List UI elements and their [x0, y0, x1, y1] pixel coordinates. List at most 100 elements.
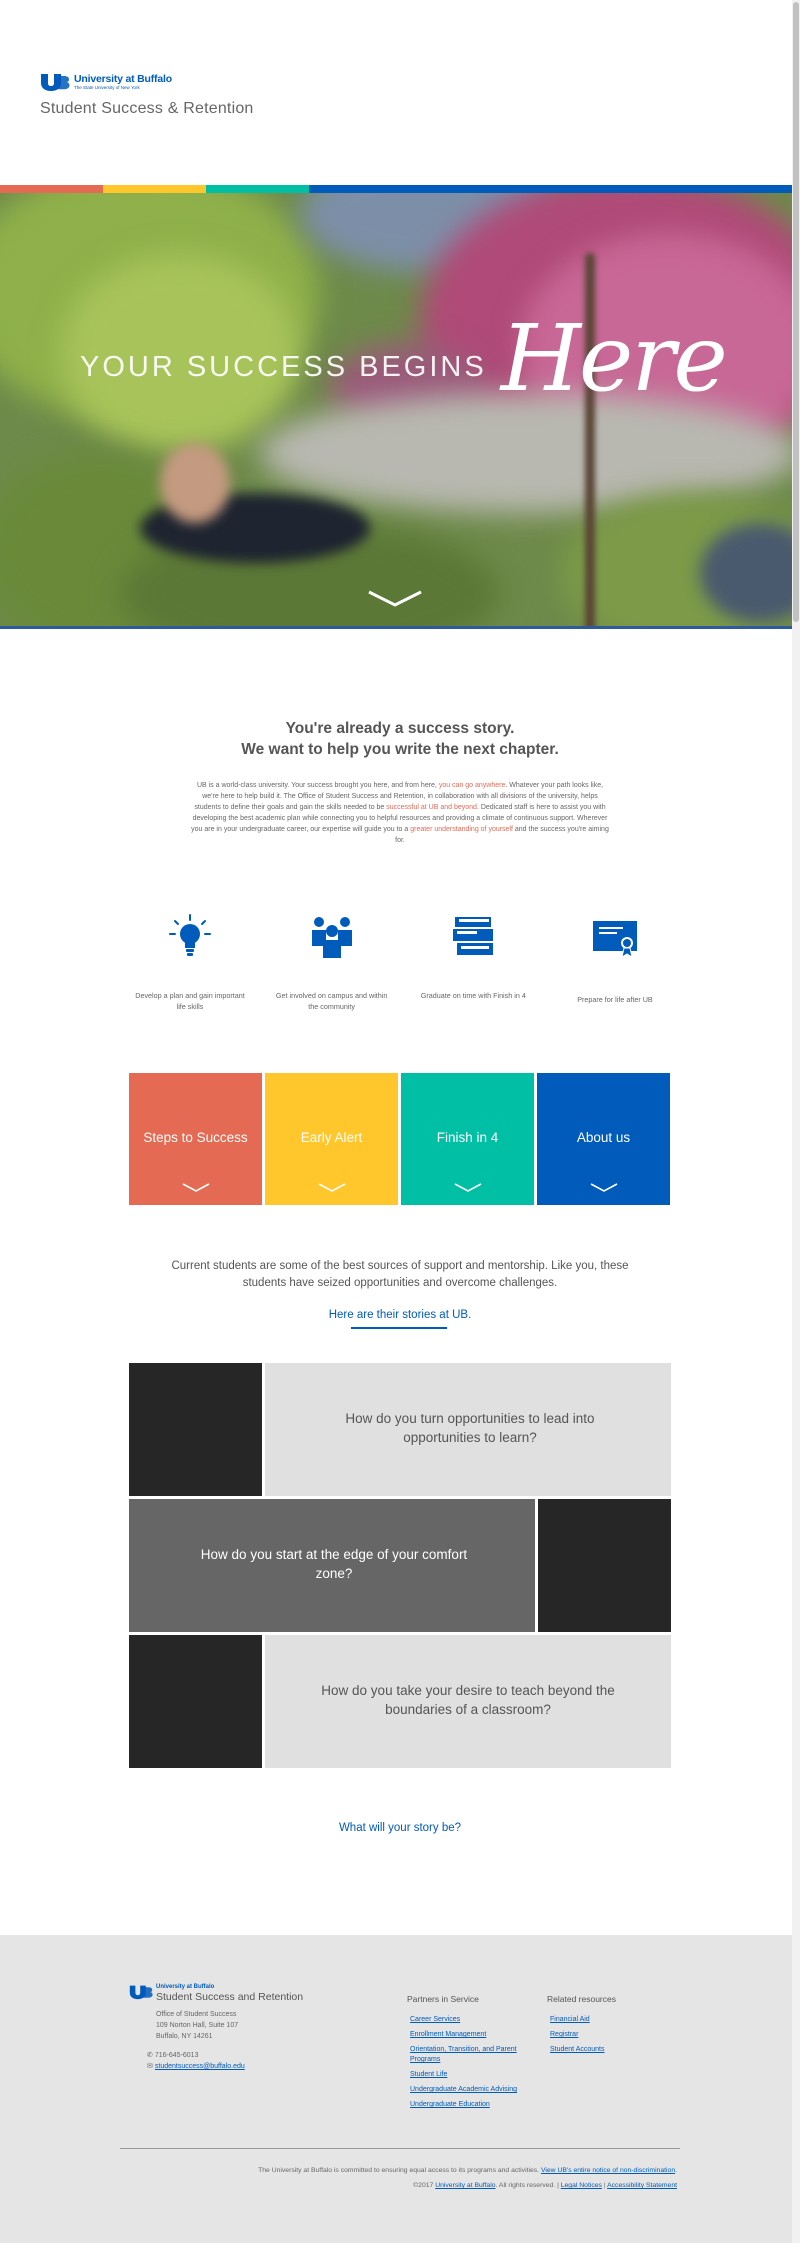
strip-teal [206, 185, 309, 193]
footer-link[interactable]: Financial Aid [550, 2015, 657, 2025]
hero-headline-script: Here [500, 305, 728, 412]
footer-link[interactable]: Career Services [410, 2015, 517, 2025]
books-icon [413, 913, 533, 961]
site-header: University at Buffalo The State Universi… [0, 0, 792, 185]
envelope-icon: ✉ [147, 2063, 153, 2070]
link-go-anywhere[interactable]: you can go anywhere [439, 782, 506, 789]
footer-link[interactable]: Student Accounts [550, 2045, 657, 2055]
accessibility-link[interactable]: Accessibility Statement [607, 2182, 677, 2189]
tile-finish-in-4[interactable]: Finish in 4 [401, 1073, 534, 1205]
your-story-link[interactable]: What will your story be? [300, 1822, 500, 1834]
intro-heading-line2: We want to help you write the next chapt… [241, 741, 559, 758]
feature-caption: Get involved on campus and within the co… [275, 991, 388, 1011]
chevron-down-icon [182, 1183, 210, 1192]
logo-title: University at Buffalo [74, 73, 172, 85]
footer-logo[interactable]: University at Buffalo Student Success an… [129, 1984, 303, 2003]
feature-item: Get involved on campus and within the co… [272, 913, 392, 1012]
related-heading: Related resources [547, 1994, 616, 2004]
footer-link[interactable]: Student Life [410, 2070, 517, 2080]
footer-contact: ✆ 716-645-6013 ✉ studentsuccess@buffalo.ed… [147, 2050, 246, 2072]
ub-link[interactable]: University at Buffalo [435, 2182, 495, 2189]
chevron-down-icon [590, 1183, 618, 1192]
phone-icon: ✆ [147, 2052, 153, 2059]
chevron-down-icon [318, 1183, 346, 1192]
story-image[interactable] [129, 1363, 262, 1496]
tile-label: Finish in 4 [436, 1130, 499, 1145]
lightbulb-icon [130, 913, 250, 961]
features-row: Develop a plan and gain important life s… [130, 913, 675, 1012]
footer-related: Related resources Financial Aid Registra… [547, 1994, 657, 2060]
story-card[interactable]: How do you turn opportunities to lead in… [265, 1363, 671, 1496]
intro-heading: You're already a success story. We want … [190, 718, 610, 760]
link-understanding[interactable]: greater understanding of yourself [410, 826, 513, 833]
scrollbar-thumb[interactable] [793, 2, 799, 622]
story-question: How do you start at the edge of your com… [200, 1547, 468, 1581]
site-title[interactable]: Student Success & Retention [40, 100, 254, 118]
feature-item: Graduate on time with Finish in 4 [413, 913, 533, 1012]
footer-link[interactable]: Undergraduate Education [410, 2100, 517, 2110]
hero-banner: YOUR SUCCESS BEGINS Here [0, 193, 792, 629]
footer-link[interactable]: Registrar [550, 2030, 657, 2040]
tile-early-alert[interactable]: Early Alert [265, 1073, 398, 1205]
tile-label: Steps to Success [143, 1130, 248, 1145]
story-image[interactable] [538, 1499, 671, 1632]
chevron-down-icon [454, 1183, 482, 1192]
diploma-icon [555, 913, 675, 961]
hero-headline: YOUR SUCCESS BEGINS Here [80, 305, 728, 412]
tile-label: About us [576, 1130, 631, 1145]
feature-item: Prepare for life after UB [555, 913, 675, 1012]
story-image[interactable] [129, 1635, 262, 1768]
strip-red [0, 185, 103, 193]
footer-email-link[interactable]: studentsuccess@buffalo.edu [155, 2063, 245, 2070]
story-question: How do you turn opportunities to lead in… [345, 1411, 595, 1445]
footer-address-line2: Buffalo, NY 14261 [156, 2033, 213, 2040]
feature-item: Develop a plan and gain important life s… [130, 913, 250, 1012]
ub-logo-icon [40, 73, 70, 91]
stories-intro: Current students are some of the best so… [171, 1260, 629, 1289]
link-successful[interactable]: successful at UB and beyond [386, 804, 477, 811]
story-question: How do you take your desire to teach bey… [321, 1683, 615, 1717]
tile-about-us[interactable]: About us [537, 1073, 670, 1205]
hero-headline-small: YOUR SUCCESS BEGINS [80, 351, 487, 383]
feature-caption: Prepare for life after UB [577, 995, 653, 1004]
chevron-down-icon[interactable] [367, 589, 423, 609]
story-card[interactable]: How do you start at the edge of your com… [129, 1499, 535, 1632]
ub-logo[interactable]: University at Buffalo The State Universi… [40, 73, 172, 91]
legal-notices-link[interactable]: Legal Notices [561, 2182, 602, 2189]
stories-link-underline [351, 1327, 447, 1329]
footer-link[interactable]: Undergraduate Academic Advising [410, 2085, 517, 2095]
stories-link[interactable]: Here are their stories at UB. [300, 1309, 500, 1321]
nav-tiles: Steps to Success Early Alert Finish in 4… [129, 1073, 671, 1205]
strip-yellow [103, 185, 206, 193]
footer-address: Office of Student Success 109 Norton Hal… [156, 2009, 238, 2042]
footer-address-line1: 109 Norton Hall, Suite 107 [156, 2022, 239, 2029]
people-icon [272, 913, 392, 961]
ub-logo-icon [129, 1985, 153, 2000]
intro-heading-line1: You're already a success story. [285, 720, 515, 737]
page-scrollbar[interactable] [792, 0, 800, 2243]
footer-partners: Partners in Service Career Services Enro… [407, 1994, 517, 2115]
strip-blue [309, 185, 792, 193]
site-footer: University at Buffalo Student Success an… [0, 1935, 792, 2243]
feature-caption: Graduate on time with Finish in 4 [420, 991, 526, 1000]
tile-steps-to-success[interactable]: Steps to Success [129, 1073, 262, 1205]
footer-phone: ✆ 716-645-6013 [147, 2052, 199, 2059]
color-strip [0, 185, 792, 193]
footer-divider [120, 2148, 680, 2149]
footer-office: Office of Student Success [156, 2011, 237, 2018]
story-card[interactable]: How do you take your desire to teach bey… [265, 1635, 671, 1768]
footer-copyright: ©2017 University at Buffalo. All rights … [413, 2182, 677, 2189]
tile-label: Early Alert [300, 1130, 363, 1145]
footer-logo-small: University at Buffalo [156, 1984, 215, 1990]
logo-subtitle: The State University of New York [74, 85, 140, 90]
footer-link[interactable]: Orientation, Transition, and Parent Prog… [410, 2045, 517, 2065]
footer-email: ✉ studentsuccess@buffalo.edu [147, 2061, 246, 2072]
footer-link[interactable]: Enrollment Management [410, 2030, 517, 2040]
nondiscrimination-link[interactable]: View UB's entire notice of non-discrimin… [541, 2167, 675, 2174]
footer-logo-big: Student Success and Retention [156, 1991, 304, 2003]
intro-section: You're already a success story. We want … [190, 718, 610, 846]
partners-heading: Partners in Service [407, 1994, 479, 2004]
intro-body: UB is a world-class university. Your suc… [191, 782, 609, 844]
footer-nondiscrimination: The University at Buffalo is committed t… [258, 2167, 677, 2174]
feature-caption: Develop a plan and gain important life s… [135, 991, 245, 1011]
